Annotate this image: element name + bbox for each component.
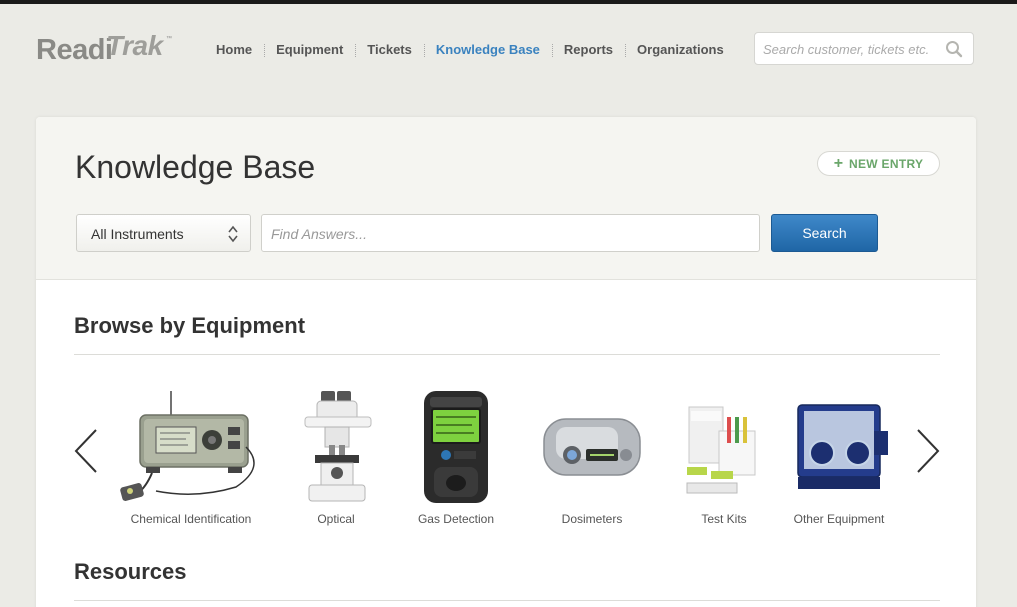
equipment-label: Dosimeters bbox=[561, 512, 623, 526]
resources-divider bbox=[74, 600, 940, 601]
plus-icon: + bbox=[833, 154, 844, 172]
instrument-select-value: All Instruments bbox=[91, 226, 184, 242]
microscope-icon bbox=[304, 391, 372, 502]
carousel-next-icon[interactable] bbox=[912, 428, 942, 474]
resources-section-title: Resources bbox=[74, 559, 187, 584]
nav-knowledge-base[interactable]: Knowledge Base bbox=[423, 42, 552, 57]
carousel-prev-icon[interactable] bbox=[72, 428, 102, 474]
instrument-select[interactable]: All Instruments bbox=[76, 214, 251, 252]
glovebox-icon bbox=[797, 404, 888, 489]
browse-divider bbox=[74, 354, 940, 355]
equipment-gas-detection[interactable]: Gas Detection bbox=[406, 387, 506, 537]
panel-header: Knowledge Base + NEW ENTRY All Instrumen… bbox=[36, 117, 976, 280]
equipment-label: Other Equipment bbox=[793, 512, 885, 526]
chemical-analyzer-icon bbox=[120, 391, 255, 501]
global-search-input[interactable] bbox=[763, 39, 943, 59]
search-button[interactable]: Search bbox=[771, 214, 878, 252]
nav-organizations[interactable]: Organizations bbox=[625, 42, 736, 57]
equipment-chemical-identification[interactable]: Chemical Identification bbox=[116, 387, 266, 537]
logo-trademark: ™ bbox=[166, 36, 172, 42]
equipment-label: Gas Detection bbox=[417, 512, 495, 526]
nav-reports[interactable]: Reports bbox=[551, 42, 625, 57]
browse-section-title: Browse by Equipment bbox=[74, 313, 306, 338]
select-arrows-icon bbox=[228, 225, 238, 243]
equipment-test-kits[interactable]: Test Kits bbox=[681, 387, 767, 537]
equipment-dosimeters[interactable]: Dosimeters bbox=[536, 387, 648, 537]
nav-home[interactable]: Home bbox=[216, 42, 264, 57]
nav-equipment[interactable]: Equipment bbox=[264, 42, 355, 57]
top-edge bbox=[0, 0, 1017, 4]
gas-detector-icon bbox=[424, 391, 488, 503]
page-title: Knowledge Base bbox=[75, 149, 316, 185]
equipment-label: Optical bbox=[317, 512, 355, 526]
find-answers-input[interactable] bbox=[271, 224, 741, 244]
logo-text-readi: Readi bbox=[36, 34, 113, 66]
test-kit-icon bbox=[686, 406, 756, 494]
dosimeter-icon bbox=[543, 418, 641, 476]
new-entry-button[interactable]: + NEW ENTRY bbox=[817, 151, 940, 176]
knowledge-base-panel: Knowledge Base + NEW ENTRY All Instrumen… bbox=[36, 117, 976, 607]
equipment-label: Test Kits bbox=[701, 512, 747, 526]
new-entry-label: NEW ENTRY bbox=[849, 156, 924, 171]
equipment-label: Chemical Identification bbox=[130, 512, 252, 526]
equipment-other[interactable]: Other Equipment bbox=[786, 387, 892, 537]
main-nav: Home Equipment Tickets Knowledge Base Re… bbox=[216, 40, 736, 58]
readitrak-logo[interactable]: Readi Trak ™ bbox=[36, 30, 176, 66]
equipment-optical[interactable]: Optical bbox=[291, 387, 381, 537]
find-answers-field bbox=[261, 214, 760, 252]
nav-tickets[interactable]: Tickets bbox=[355, 42, 424, 57]
logo-text-trak: Trak bbox=[106, 30, 163, 61]
global-search bbox=[754, 32, 974, 65]
search-icon[interactable] bbox=[945, 40, 963, 58]
